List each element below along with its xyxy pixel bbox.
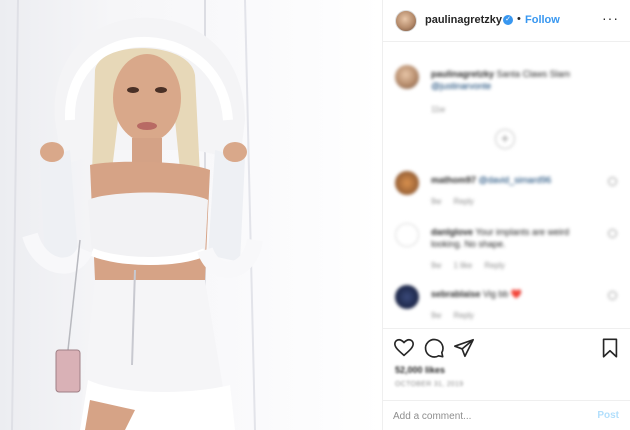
heart-icon[interactable] <box>393 337 415 359</box>
reply-button[interactable]: Reply <box>453 311 473 320</box>
comment-meta: 9w Reply <box>431 311 484 320</box>
bookmark-icon[interactable] <box>599 337 621 359</box>
reply-button[interactable]: Reply <box>453 197 473 206</box>
comment-input[interactable] <box>393 408 583 424</box>
comment-meta: 9w Reply <box>431 197 484 206</box>
comment-like-icon[interactable] <box>608 229 617 238</box>
comment-avatar[interactable] <box>395 171 419 195</box>
comment-text: sebrablaise Vig bb ❤️ <box>431 288 591 300</box>
post-comment-button[interactable]: Post <box>597 410 619 421</box>
avatar[interactable] <box>395 10 417 32</box>
comment-username[interactable]: danlglove <box>431 227 473 237</box>
comment-like-icon[interactable] <box>608 177 617 186</box>
paper-plane-icon[interactable] <box>453 337 475 359</box>
load-more-comments-button[interactable]: + <box>495 129 515 149</box>
comment-username[interactable]: paulinagretzky <box>431 69 494 79</box>
comment-time: 9w <box>431 261 442 270</box>
comment-likes[interactable]: 1 like <box>453 261 472 270</box>
likes-count[interactable]: 52,000 likes <box>395 365 445 375</box>
comment-meta: 11w <box>431 105 455 114</box>
comment-like-icon[interactable] <box>608 291 617 300</box>
comment-mention[interactable]: @justinarvonte <box>431 81 491 91</box>
username-link[interactable]: paulinagretzky <box>425 14 502 26</box>
comment-text: paulinagretzky Santa Claws Slam @justina… <box>431 68 591 92</box>
comments-list: paulinagretzky Santa Claws Slam @justina… <box>383 43 630 328</box>
comment-time: 9w <box>431 311 442 320</box>
comment-text: danlglove Your implants are weird lookin… <box>431 226 591 250</box>
comment-body: Vig bb ❤️ <box>483 289 523 299</box>
comment-meta: 9w 1 like Reply <box>431 261 515 270</box>
comment-avatar[interactable] <box>395 65 419 89</box>
comment-avatar[interactable] <box>395 285 419 309</box>
more-options-icon[interactable]: ··· <box>602 10 619 26</box>
separator-dot: • <box>517 13 521 25</box>
comment-time: 9w <box>431 197 442 206</box>
reply-button[interactable]: Reply <box>484 261 504 270</box>
comment-icon[interactable] <box>423 337 445 359</box>
follow-button[interactable]: Follow <box>525 14 560 26</box>
comment-body: Santa Claws Slam <box>496 69 571 79</box>
photo-illustration <box>11 0 263 430</box>
post-actions: 52,000 likes OCTOBER 31, 2019 <box>383 328 630 400</box>
comment-mention[interactable]: @david_simard96 <box>479 175 552 185</box>
post-date: OCTOBER 31, 2019 <box>395 381 464 388</box>
comment-username[interactable]: mathom97 <box>431 175 476 185</box>
post-header: paulinagretzky ✓ • Follow ··· <box>383 0 630 42</box>
verified-badge-icon: ✓ <box>503 15 513 25</box>
comment-username[interactable]: sebrablaise <box>431 289 481 299</box>
add-comment-bar: Post <box>383 400 630 430</box>
comment-time: 11w <box>431 105 446 114</box>
post-details-panel: paulinagretzky ✓ • Follow ··· paulinagre… <box>382 0 630 430</box>
comment-avatar[interactable] <box>395 223 419 247</box>
comment-text: mathom97 @david_simard96 <box>431 174 591 186</box>
post-photo[interactable] <box>0 0 382 430</box>
